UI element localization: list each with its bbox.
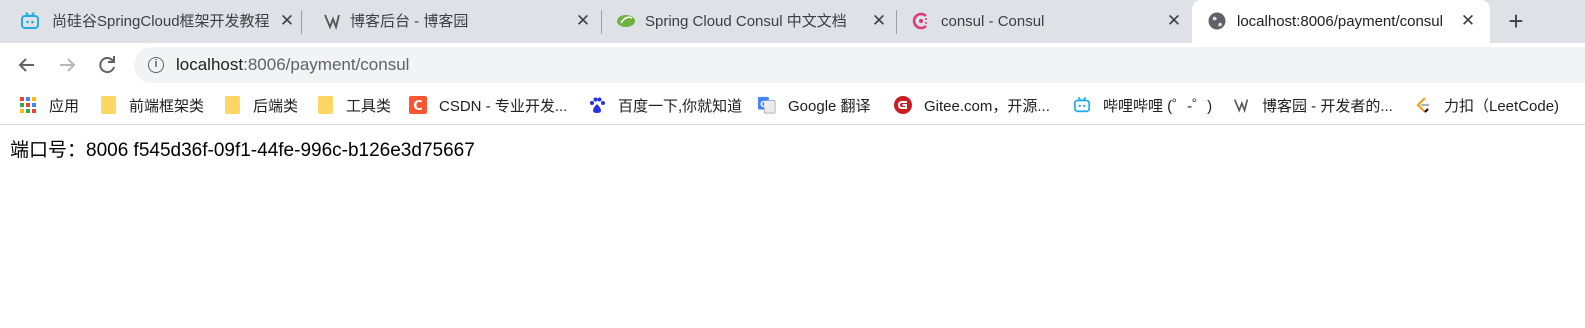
baidu-icon — [588, 96, 606, 114]
bookmark-label: 哔哩哔哩 (゜-゜) — [1103, 97, 1213, 115]
page-body-text: 端口号：8006 f545d36f-09f1-44fe-996c-b126e3d… — [10, 140, 475, 161]
bookmark-folder-backend[interactable]: 后端类 — [223, 95, 298, 115]
reload-icon — [99, 56, 115, 74]
spring-icon — [616, 11, 636, 31]
tab-title: Spring Cloud Consul 中文文档 — [645, 13, 847, 30]
close-icon[interactable]: ✕ — [869, 11, 889, 31]
svg-text:G: G — [760, 99, 767, 109]
leetcode-icon — [1414, 96, 1432, 114]
bookmark-leetcode[interactable]: 力扣（LeetCode) — [1414, 95, 1559, 115]
new-tab-button[interactable]: + — [1503, 8, 1529, 35]
csdn-icon: C — [409, 96, 427, 114]
tab-springcloud-course[interactable]: 尚硅谷SpringCloud框架开发教程 ✕ — [0, 0, 302, 43]
forward-arrow-icon — [60, 58, 76, 72]
tab-title: 尚硅谷SpringCloud框架开发教程 — [52, 13, 270, 30]
bookmark-csdn[interactable]: C CSDN - 专业开发... — [409, 95, 567, 115]
cnblogs-icon — [1232, 96, 1250, 114]
site-info-icon[interactable]: i — [148, 57, 164, 73]
tab-consul[interactable]: consul - Consul ✕ — [897, 0, 1191, 43]
tab-localhost-payment-consul[interactable]: localhost:8006/payment/consul ✕ — [1192, 0, 1490, 43]
url-path: :8006/payment/consul — [243, 55, 410, 74]
svg-text:C: C — [413, 99, 423, 114]
tab-title: 博客后台 - 博客园 — [350, 13, 469, 30]
bookmark-label: Google 翻译 — [788, 97, 871, 115]
tab-title: consul - Consul — [941, 13, 1045, 30]
tab-title: localhost:8006/payment/consul — [1237, 13, 1443, 30]
bookmark-label: 力扣（LeetCode) — [1444, 97, 1560, 115]
folder-icon — [99, 96, 117, 114]
bookmark-folder-tools[interactable]: 工具类 — [316, 95, 391, 115]
google-translate-icon: G — [758, 96, 776, 114]
cnblogs-icon — [322, 11, 342, 31]
bookmark-label: CSDN - 专业开发... — [439, 97, 568, 115]
close-icon[interactable]: ✕ — [277, 11, 297, 31]
url-text[interactable]: localhost:8006/payment/consul — [176, 55, 409, 75]
close-icon[interactable]: ✕ — [573, 11, 593, 31]
back-arrow-icon — [18, 58, 34, 72]
address-bar[interactable]: i localhost:8006/payment/consul — [134, 47, 1585, 83]
tab-spring-cloud-consul-docs[interactable]: Spring Cloud Consul 中文文档 ✕ — [602, 0, 897, 43]
folder-icon — [316, 96, 334, 114]
close-icon[interactable]: ✕ — [1164, 11, 1184, 31]
globe-icon — [1207, 11, 1227, 31]
bookmark-label: 百度一下,你就知道 — [618, 97, 743, 115]
bookmark-label: 前端框架类 — [129, 97, 205, 115]
forward-button[interactable] — [54, 52, 80, 78]
bookmark-baidu[interactable]: 百度一下,你就知道 — [588, 95, 742, 115]
bookmark-label: Gitee.com，开源... — [924, 97, 1050, 115]
consul-icon — [911, 11, 931, 31]
toolbar: i localhost:8006/payment/consul — [0, 43, 1585, 87]
reload-button[interactable] — [94, 52, 120, 78]
bookmark-apps[interactable]: 应用 — [19, 95, 79, 115]
bookmark-label: 后端类 — [253, 97, 299, 115]
bilibili-icon — [1073, 96, 1091, 114]
url-host: localhost — [176, 55, 244, 74]
bookmark-bilibili[interactable]: 哔哩哔哩 (゜-゜) — [1073, 95, 1212, 115]
bookmarks-bar: 应用 前端框架类 后端类 工具类 C CSDN - 专业开发... 百度一下,你… — [0, 87, 1585, 125]
bookmark-label: 应用 — [49, 97, 80, 115]
bookmark-gitee[interactable]: Gitee.com，开源... — [894, 95, 1050, 115]
bookmark-cnblogs[interactable]: 博客园 - 开发者的... — [1232, 95, 1393, 115]
bookmark-google-translate[interactable]: G Google 翻译 — [758, 95, 871, 115]
tab-strip: 尚硅谷SpringCloud框架开发教程 ✕ 博客后台 - 博客园 ✕ Spri… — [0, 0, 1585, 43]
back-button[interactable] — [14, 52, 40, 78]
apps-grid-icon — [19, 96, 37, 114]
close-icon[interactable]: ✕ — [1458, 11, 1478, 31]
bookmark-label: 工具类 — [346, 97, 392, 115]
gitee-icon — [894, 96, 912, 114]
bookmark-folder-frontend[interactable]: 前端框架类 — [99, 95, 204, 115]
folder-icon — [223, 96, 241, 114]
tab-blog-admin[interactable]: 博客后台 - 博客园 ✕ — [302, 0, 602, 43]
bookmark-label: 博客园 - 开发者的... — [1262, 97, 1393, 115]
bilibili-icon — [20, 11, 40, 31]
